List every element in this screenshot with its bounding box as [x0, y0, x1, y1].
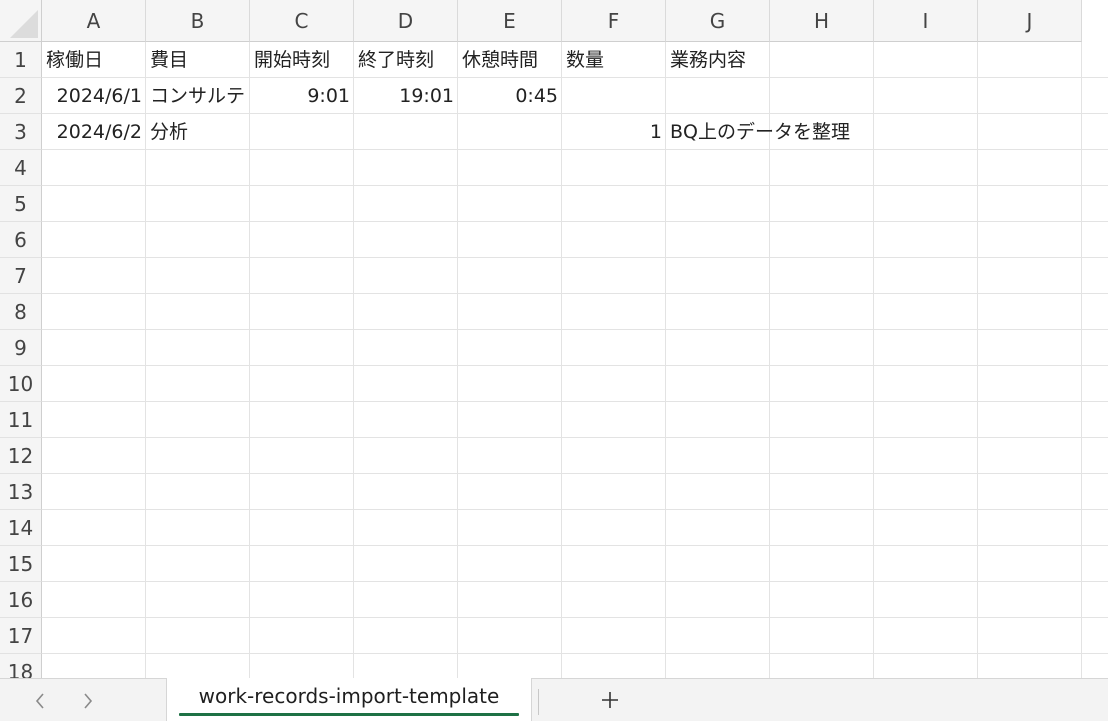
column-header-e[interactable]: E [458, 0, 562, 42]
row-gridline [42, 473, 1108, 474]
row-header-8[interactable]: 8 [0, 294, 42, 330]
column-header-c[interactable]: C [250, 0, 354, 42]
column-header-a[interactable]: A [42, 0, 146, 42]
cell-b2[interactable]: コンサルテ [146, 78, 250, 114]
row-header-15[interactable]: 15 [0, 546, 42, 582]
spreadsheet-grid[interactable]: ABCDEFGHIJ 1 2 3 4 5 6 7 8 9 10 11 12 13 14 15 16 17 18 稼… [0, 0, 1108, 678]
row-gridline [42, 257, 1108, 258]
sheet-tab-bar: work-records-import-template [0, 678, 1108, 721]
cell-g3[interactable]: BQ上のデータを整理 [666, 114, 978, 150]
row-header-11[interactable]: 11 [0, 402, 42, 438]
select-all-corner[interactable] [0, 0, 42, 42]
active-tab-underline [179, 713, 519, 716]
cell-a1[interactable]: 稼働日 [42, 42, 146, 78]
cell-a2[interactable]: 2024/6/1 [42, 78, 146, 114]
cell-e1[interactable]: 休憩時間 [458, 42, 562, 78]
sheet-tab-active[interactable]: work-records-import-template [166, 678, 532, 721]
row-header-1[interactable]: 1 [0, 42, 42, 78]
row-gridline [42, 653, 1108, 654]
row-gridline [42, 509, 1108, 510]
row-header-6[interactable]: 6 [0, 222, 42, 258]
cell-c1[interactable]: 開始時刻 [250, 42, 354, 78]
select-all-triangle [10, 10, 38, 38]
row-header-18[interactable]: 18 [0, 654, 42, 678]
row-header-14[interactable]: 14 [0, 510, 42, 546]
row-gridline [42, 581, 1108, 582]
row-gridline [42, 545, 1108, 546]
row-gridline [42, 617, 1108, 618]
row-header-7[interactable]: 7 [0, 258, 42, 294]
cell-c2[interactable]: 9:01 [250, 78, 354, 114]
cell-b3[interactable]: 分析 [146, 114, 250, 150]
row-header-17[interactable]: 17 [0, 618, 42, 654]
plus-icon[interactable] [596, 686, 624, 714]
row-header-4[interactable]: 4 [0, 150, 42, 186]
column-header-i[interactable]: I [874, 0, 978, 42]
cell-a3[interactable]: 2024/6/2 [42, 114, 146, 150]
sheet-tab-label: work-records-import-template [198, 684, 500, 708]
row-gridline [42, 185, 1108, 186]
cell-e2[interactable]: 0:45 [458, 78, 562, 114]
row-header-9[interactable]: 9 [0, 330, 42, 366]
column-gridline [457, 42, 458, 678]
column-header-d[interactable]: D [354, 0, 458, 42]
row-header-12[interactable]: 12 [0, 438, 42, 474]
cell-f3[interactable]: 1 [562, 114, 666, 150]
row-gridline [42, 329, 1108, 330]
row-gridline [42, 221, 1108, 222]
cell-g1[interactable]: 業務内容 [666, 42, 770, 78]
column-header-b[interactable]: B [146, 0, 250, 42]
row-gridline [42, 293, 1108, 294]
row-header-5[interactable]: 5 [0, 186, 42, 222]
row-header-13[interactable]: 13 [0, 474, 42, 510]
column-header-g[interactable]: G [666, 0, 770, 42]
row-gridline [42, 437, 1108, 438]
cell-d1[interactable]: 終了時刻 [354, 42, 458, 78]
row-gridline [42, 365, 1108, 366]
column-gridline [1081, 42, 1082, 678]
cell-f1[interactable]: 数量 [562, 42, 666, 78]
column-header-f[interactable]: F [562, 0, 666, 42]
cell-d2[interactable]: 19:01 [354, 78, 458, 114]
row-header-10[interactable]: 10 [0, 366, 42, 402]
cell-b1[interactable]: 費目 [146, 42, 250, 78]
chevron-right-icon[interactable] [74, 687, 102, 715]
tab-separator [538, 689, 539, 715]
row-header-2[interactable]: 2 [0, 78, 42, 114]
row-header-3[interactable]: 3 [0, 114, 42, 150]
column-header-j[interactable]: J [978, 0, 1082, 42]
row-gridline [42, 401, 1108, 402]
column-header-h[interactable]: H [770, 0, 874, 42]
row-header-16[interactable]: 16 [0, 582, 42, 618]
column-gridline [353, 42, 354, 678]
chevron-left-icon[interactable] [26, 687, 54, 715]
